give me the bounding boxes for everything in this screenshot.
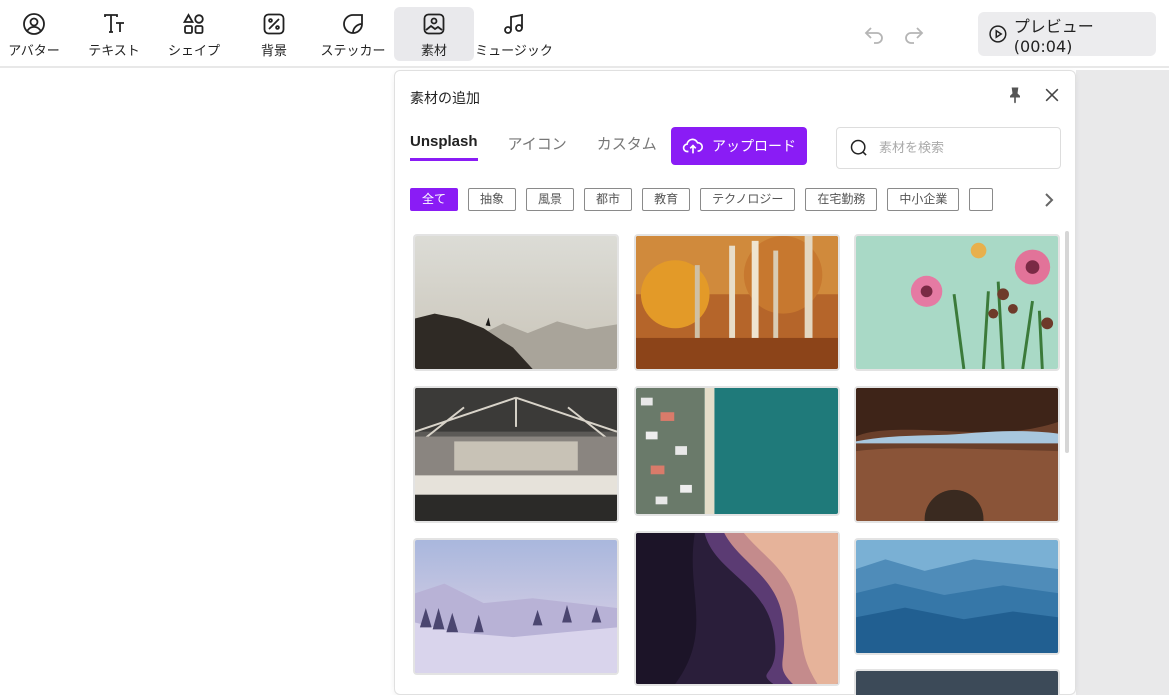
text-icon bbox=[104, 14, 124, 33]
tool-label: ミュージック bbox=[475, 44, 553, 59]
search-input[interactable] bbox=[879, 140, 1049, 156]
search-box bbox=[836, 127, 1061, 169]
cloud-upload-icon bbox=[682, 138, 703, 154]
shapes-tool-button[interactable]: シェイプ bbox=[165, 7, 223, 61]
add-media-panel: 素材の追加 Unsplash アイコン カスタム アップロード 全て抽象風景都市… bbox=[394, 70, 1076, 695]
sticker-tool-button[interactable]: ステッカー bbox=[318, 7, 388, 61]
chip-small-business[interactable]: 中小企業 bbox=[887, 188, 960, 211]
autumn-forest-image[interactable] bbox=[634, 234, 840, 371]
train-station-image[interactable] bbox=[413, 386, 619, 523]
undo-icon bbox=[864, 27, 883, 44]
top-toolbar: アバター テキスト シェイプ 背景 ステッカー 素材 ミュージック プレビュー … bbox=[0, 0, 1169, 68]
mountain-hiker-image[interactable] bbox=[413, 234, 619, 371]
tab-custom[interactable]: カスタム bbox=[597, 133, 657, 161]
close-icon[interactable] bbox=[1042, 85, 1062, 105]
workspace-background bbox=[1076, 70, 1169, 695]
tool-label: 背景 bbox=[260, 44, 287, 59]
text-tool-button[interactable]: テキスト bbox=[85, 7, 143, 61]
undo-button[interactable] bbox=[862, 22, 886, 46]
media-tool-button[interactable]: 素材 bbox=[394, 7, 474, 61]
background-tool-button[interactable]: 背景 bbox=[245, 7, 303, 61]
chip-education[interactable]: 教育 bbox=[642, 188, 691, 211]
aerial-beach-image[interactable] bbox=[634, 386, 840, 516]
chevron-right-icon[interactable] bbox=[1041, 191, 1057, 209]
sticker-icon bbox=[343, 14, 363, 34]
chip-technology[interactable]: テクノロジー bbox=[700, 188, 796, 211]
preview-label: プレビュー (00:04) bbox=[1013, 16, 1094, 56]
pin-icon[interactable] bbox=[1005, 85, 1025, 105]
play-circle-icon bbox=[989, 25, 1007, 43]
tool-label: シェイプ bbox=[167, 44, 220, 59]
pink-flowers-image[interactable] bbox=[854, 234, 1060, 371]
background-icon bbox=[263, 13, 285, 35]
music-icon bbox=[504, 13, 523, 34]
chip-landscape[interactable]: 風景 bbox=[526, 188, 575, 211]
upload-button[interactable]: アップロード bbox=[671, 127, 807, 165]
redo-button[interactable] bbox=[902, 22, 926, 46]
snowy-trees-image[interactable] bbox=[413, 538, 619, 675]
avatar-tool-button[interactable]: アバター bbox=[5, 7, 63, 61]
tool-label: 素材 bbox=[420, 44, 447, 59]
chip-abstract[interactable]: 抽象 bbox=[468, 188, 517, 211]
partial-image[interactable] bbox=[854, 669, 1060, 695]
chip-more[interactable] bbox=[969, 188, 994, 211]
antelope-canyon-image[interactable] bbox=[634, 531, 840, 686]
upload-label: アップロード bbox=[712, 139, 796, 155]
tool-label: アバター bbox=[8, 44, 60, 59]
chip-remote-work[interactable]: 在宅勤務 bbox=[805, 188, 878, 211]
chip-all[interactable]: 全て bbox=[410, 188, 459, 211]
blue-mountains-image[interactable] bbox=[854, 538, 1060, 655]
panel-title: 素材の追加 bbox=[410, 91, 480, 107]
redo-icon bbox=[905, 27, 924, 44]
tool-label: ステッカー bbox=[320, 44, 386, 59]
image-icon bbox=[423, 13, 445, 35]
scrollbar[interactable] bbox=[1065, 231, 1069, 453]
category-chips: 全て 抽象 風景 都市 教育 テクノロジー 在宅勤務 中小企業 bbox=[410, 188, 1040, 212]
avatar-icon bbox=[23, 13, 45, 35]
canyon-rock-image[interactable] bbox=[854, 386, 1060, 523]
tab-icons[interactable]: アイコン bbox=[508, 133, 567, 161]
search-icon bbox=[850, 139, 867, 156]
music-tool-button[interactable]: ミュージック bbox=[474, 7, 554, 61]
chip-city[interactable]: 都市 bbox=[584, 188, 633, 211]
tool-label: テキスト bbox=[88, 44, 140, 59]
tab-unsplash[interactable]: Unsplash bbox=[410, 133, 478, 161]
shapes-icon bbox=[182, 13, 204, 34]
source-tabs: Unsplash アイコン カスタム bbox=[410, 133, 687, 161]
preview-button[interactable]: プレビュー (00:04) bbox=[978, 12, 1156, 56]
